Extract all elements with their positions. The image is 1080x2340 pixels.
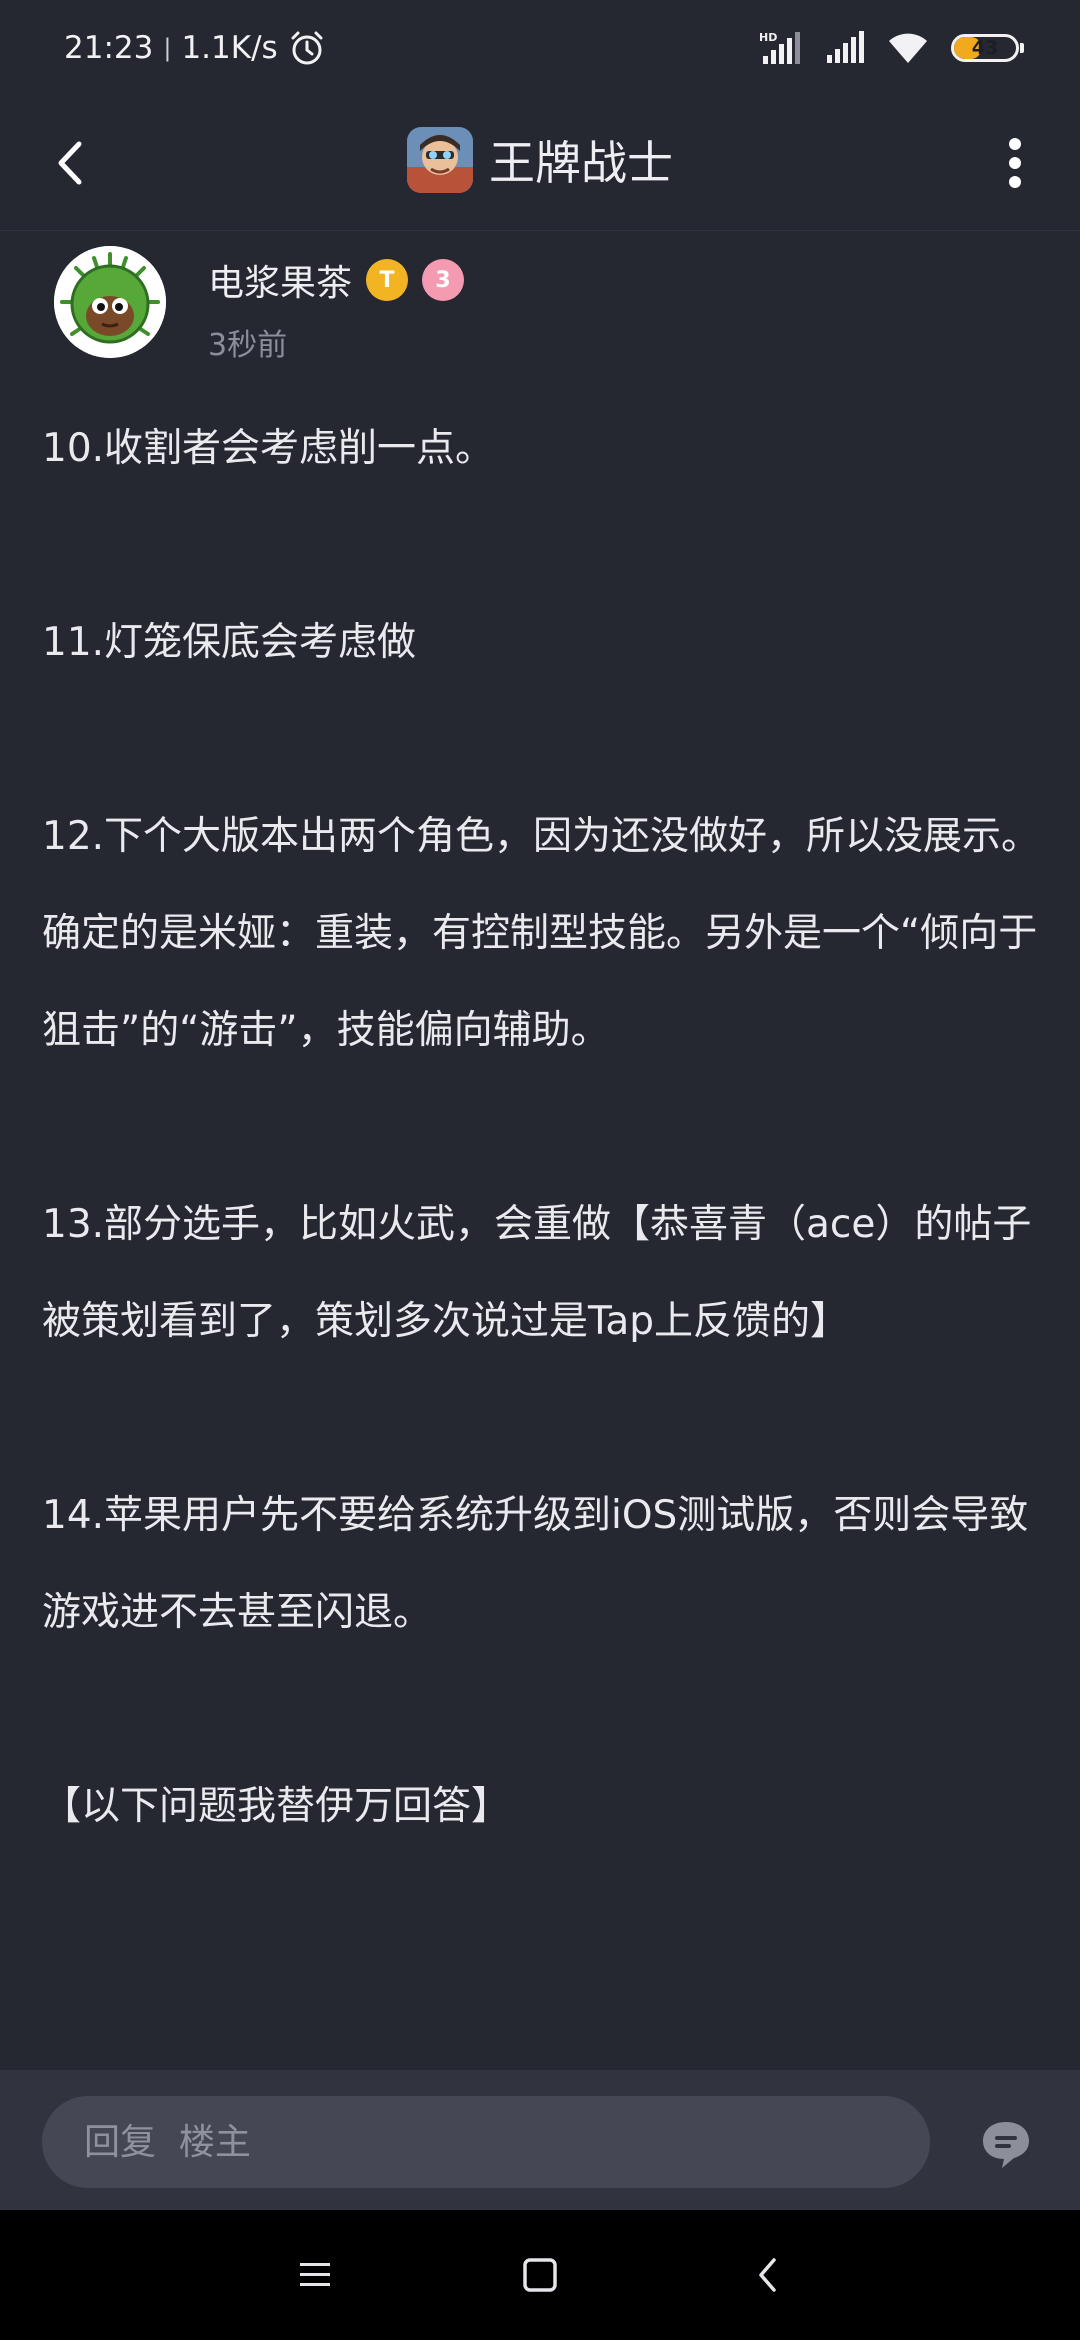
author-name[interactable]: 电浆果茶	[208, 254, 352, 306]
post-paragraph: 12.下个大版本出两个角色，因为还没做好，所以没展示。 确定的是米娅：重装，有控…	[42, 814, 1041, 1053]
post-paragraph	[42, 497, 1042, 594]
svg-text:HD: HD	[759, 31, 777, 44]
post-screen: 21:23 | 1.1K/s HD 43 王牌战士 电浆果茶 T 3 3秒前 1…	[0, 0, 1080, 2340]
post-paragraph	[42, 691, 1042, 788]
status-time: 21:23	[64, 30, 154, 66]
status-net-speed: 1.1K/s	[181, 30, 278, 66]
battery-body: 43	[951, 34, 1019, 62]
author-name-row: 电浆果茶 T 3	[208, 254, 465, 306]
post-paragraph: 14.苹果用户先不要给系统升级到iOS测试版，否则会导致游戏进不去甚至闪退。	[42, 1493, 1029, 1635]
status-left: 21:23 | 1.1K/s	[64, 29, 326, 67]
author-header: 电浆果茶 T 3 3秒前	[54, 244, 1034, 364]
status-separator: |	[163, 34, 172, 62]
game-avatar-icon	[407, 127, 473, 193]
battery-cap	[1020, 43, 1024, 53]
status-right: HD 43	[759, 30, 1024, 66]
battery-icon: 43	[951, 34, 1024, 62]
t-badge-label: T	[379, 267, 395, 293]
title-group[interactable]: 王牌战士	[0, 118, 1080, 202]
post-time: 3秒前	[208, 328, 288, 363]
chestnut-avatar-icon	[54, 246, 166, 358]
author-avatar[interactable]	[54, 246, 166, 358]
comment-button[interactable]	[976, 2114, 1036, 2174]
app-bar: 王牌战士	[0, 96, 1080, 231]
t-badge-icon[interactable]: T	[366, 259, 409, 301]
hd-signal-icon: HD	[759, 30, 803, 66]
level-badge-label: 3	[435, 267, 451, 293]
post-content: 10.收割者会考虑削一点。 11.灯笼保底会考虑做 12.下个大版本出两个角色，…	[42, 400, 1042, 1855]
back-triangle-icon	[759, 2258, 776, 2292]
post-paragraph: 11.灯笼保底会考虑做	[42, 620, 417, 665]
menu-icon	[300, 2263, 330, 2286]
reply-bar	[0, 2070, 1080, 2210]
level-badge-icon[interactable]: 3	[422, 259, 465, 301]
post-paragraph: 【以下问题我替伊万回答】	[42, 1784, 511, 1829]
wifi-icon	[887, 31, 929, 65]
system-back-button[interactable]	[733, 2240, 803, 2310]
more-options-button[interactable]	[990, 128, 1040, 198]
alarm-icon	[288, 29, 326, 67]
post-paragraph	[42, 1370, 1042, 1467]
post-paragraph: 10.收割者会考虑削一点。	[42, 426, 495, 471]
post-paragraph	[42, 1661, 1042, 1758]
signal-icon	[825, 31, 865, 65]
status-bar: 21:23 | 1.1K/s HD 43	[0, 0, 1080, 96]
home-button[interactable]	[505, 2240, 575, 2310]
battery-level: 43	[971, 36, 999, 59]
reply-input[interactable]	[42, 2096, 930, 2188]
recents-button[interactable]	[280, 2240, 350, 2310]
home-square-icon	[523, 2258, 557, 2292]
system-nav-bar	[0, 2210, 1080, 2340]
more-vertical-icon	[1009, 138, 1021, 188]
post-paragraph	[42, 1079, 1042, 1176]
comment-bubble-icon	[983, 2122, 1029, 2168]
page-title: 王牌战士	[489, 136, 673, 190]
post-paragraph: 13.部分选手，比如火武，会重做【恭喜青（ace）的帖子被策划看到了，策划多次说…	[42, 1202, 1032, 1344]
